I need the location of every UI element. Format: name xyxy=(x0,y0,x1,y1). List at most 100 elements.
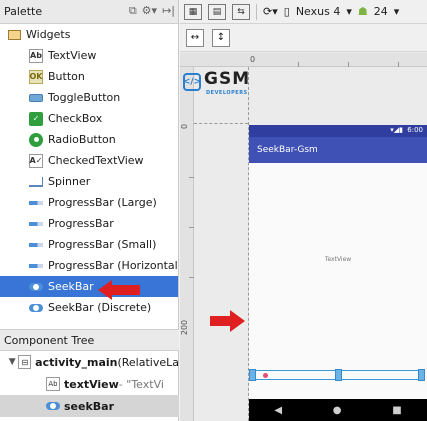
relativelayout-icon: ⊟ xyxy=(18,355,32,369)
preview-seekbar[interactable] xyxy=(249,369,425,381)
blueprint-view-icon[interactable]: ▤ xyxy=(208,3,226,20)
back-icon: ◀ xyxy=(274,404,283,416)
palette-item-togglebutton[interactable]: ToggleButton xyxy=(0,87,178,108)
widgets-group[interactable]: Widgets xyxy=(0,24,178,45)
tree-node-type: (RelativeLa xyxy=(117,355,179,369)
folder-icon xyxy=(8,29,21,40)
ruler-tick xyxy=(189,277,194,278)
expand-triangle-icon[interactable]: ▼ xyxy=(6,357,18,367)
palette-item-progressbar-large[interactable]: ProgressBar (Large) xyxy=(0,192,178,213)
seekbar-thumb[interactable] xyxy=(263,373,268,378)
palette-header: Palette ⧉ ⚙▾ ↦| xyxy=(0,0,178,24)
orientation-icon[interactable]: ⇆ xyxy=(232,3,250,20)
red-arrow-left-icon xyxy=(98,280,140,300)
ruler-tick xyxy=(348,62,349,67)
palette-item-progressbar[interactable]: ProgressBar xyxy=(0,213,178,234)
palette-title: Palette xyxy=(4,5,43,18)
palette-item-label: ProgressBar (Large) xyxy=(48,196,157,209)
progressbar-icon xyxy=(29,221,43,226)
tree-node-activity-main[interactable]: ▼ ⊟ activity_main (RelativeLa xyxy=(0,351,179,373)
editor-subtoolbar: ↔ ↕ xyxy=(180,24,427,52)
status-time: 6:00 xyxy=(407,126,423,134)
progressbar-icon xyxy=(29,263,43,268)
textview-icon: Ab xyxy=(29,48,43,63)
palette-item-seekbar-discrete[interactable]: SeekBar (Discrete) xyxy=(0,297,178,318)
recents-icon: ■ xyxy=(392,404,402,416)
palette-item-spinner[interactable]: Spinner xyxy=(0,171,178,192)
palette-item-label: RadioButton xyxy=(48,133,116,146)
vertical-ruler: 0 200 xyxy=(180,67,194,421)
chevron-down-icon[interactable]: ▾ xyxy=(346,5,352,18)
resize-handle-right[interactable] xyxy=(418,369,425,381)
design-canvas[interactable]: 0 0 200 </> GSM DEVELOPERS 6:00 ▾◢▮ Seek xyxy=(180,53,427,421)
palette-item-checkedtextview[interactable]: A✓ CheckedTextView xyxy=(0,150,178,171)
gsm-developers-logo: </> GSM DEVELOPERS xyxy=(180,67,250,103)
progressbar-icon xyxy=(29,200,43,205)
palette-item-button[interactable]: OK Button xyxy=(0,66,178,87)
expand-vertical-icon[interactable]: ↕ xyxy=(212,28,230,47)
tree-node-seekbar[interactable]: seekBar xyxy=(0,395,179,417)
restore-icon[interactable]: ⧉ xyxy=(129,4,137,18)
tree-node-label: seekBar xyxy=(64,399,115,413)
palette-item-progressbar-small[interactable]: ProgressBar (Small) xyxy=(0,234,178,255)
rotate-icon[interactable]: ⟳▾ xyxy=(263,5,278,18)
palette-item-label: SeekBar xyxy=(48,280,94,293)
design-view-icon[interactable]: ▦ xyxy=(184,3,202,20)
seekbar-icon xyxy=(29,303,43,312)
palette-item-label: ProgressBar (Horizontal) xyxy=(48,259,178,272)
widgets-group-label: Widgets xyxy=(26,28,71,41)
ruler-tick xyxy=(189,177,194,178)
expand-horizontal-icon[interactable]: ↔ xyxy=(186,28,204,47)
palette-item-label: CheckedTextView xyxy=(48,154,144,167)
gear-icon[interactable]: ⚙▾ xyxy=(142,4,157,18)
resize-handle-left[interactable] xyxy=(249,369,256,381)
palette-item-seekbar[interactable]: SeekBar xyxy=(0,276,178,297)
home-icon: ● xyxy=(332,404,342,416)
component-tree-title: Component Tree xyxy=(4,333,95,347)
palette-item-checkbox[interactable]: ✓ CheckBox xyxy=(0,108,178,129)
palette-item-textview[interactable]: Ab TextView xyxy=(0,45,178,66)
tree-node-label: activity_main xyxy=(35,355,118,369)
palette-item-label: Button xyxy=(48,70,85,83)
layout-editor: ▦ ▤ ⇆ ⟳▾ ▯ Nexus 4 ▾ ☗ 24 ▾ ↔ ↕ 0 0 200 … xyxy=(180,0,427,421)
code-brace-icon: </> xyxy=(183,73,201,91)
navigation-bar: ◀ ● ■ xyxy=(249,399,427,421)
red-arrow-right-icon xyxy=(210,310,245,332)
component-tree-header: Component Tree xyxy=(0,329,179,351)
palette-item-label: Spinner xyxy=(48,175,91,188)
tree-node-label: textView xyxy=(64,377,119,391)
app-title: SeekBar-Gsm xyxy=(257,145,318,155)
api-level-selector[interactable]: 24 xyxy=(374,5,388,18)
ruler-label: 200 xyxy=(180,319,190,336)
spinner-icon xyxy=(29,176,43,187)
toolbar-divider xyxy=(256,3,257,20)
device-preview[interactable]: 6:00 ▾◢▮ SeekBar-Gsm TextView ◀ ● ■ xyxy=(249,125,427,421)
ruler-tick xyxy=(189,227,194,228)
checkedtextview-icon: A✓ xyxy=(29,153,43,168)
status-bar: 6:00 ▾◢▮ xyxy=(249,125,427,137)
app-bar: SeekBar-Gsm xyxy=(249,137,427,163)
preview-textview[interactable]: TextView xyxy=(249,256,427,263)
ruler-label: 0 xyxy=(180,123,190,130)
tree-node-textview[interactable]: Ab textView - "TextVi xyxy=(0,373,179,395)
device-icon: ▯ xyxy=(283,5,290,18)
button-icon: OK xyxy=(29,69,43,84)
palette-header-icons: ⧉ ⚙▾ ↦| xyxy=(129,4,175,18)
ruler-label: 0 xyxy=(250,55,256,64)
chevron-down-icon[interactable]: ▾ xyxy=(394,5,400,18)
seekbar-icon xyxy=(29,282,43,291)
palette-item-progressbar-horizontal[interactable]: ProgressBar (Horizontal) xyxy=(0,255,178,276)
collapse-icon[interactable]: ↦| xyxy=(162,4,175,18)
signal-icon: ▾◢▮ xyxy=(390,126,403,134)
ruler-tick xyxy=(398,62,399,67)
checkbox-icon: ✓ xyxy=(29,111,43,126)
left-panel: Palette ⧉ ⚙▾ ↦| Widgets Ab TextView OK B… xyxy=(0,0,179,421)
seekbar-icon xyxy=(46,402,60,410)
device-selector[interactable]: Nexus 4 xyxy=(296,5,341,18)
palette-item-radiobutton[interactable]: RadioButton xyxy=(0,129,178,150)
logo-subtext: DEVELOPERS xyxy=(206,90,248,96)
progressbar-icon xyxy=(29,242,43,247)
logo-text: GSM xyxy=(204,69,251,89)
resize-handle-center[interactable] xyxy=(335,369,342,381)
radiobutton-icon xyxy=(29,132,43,147)
